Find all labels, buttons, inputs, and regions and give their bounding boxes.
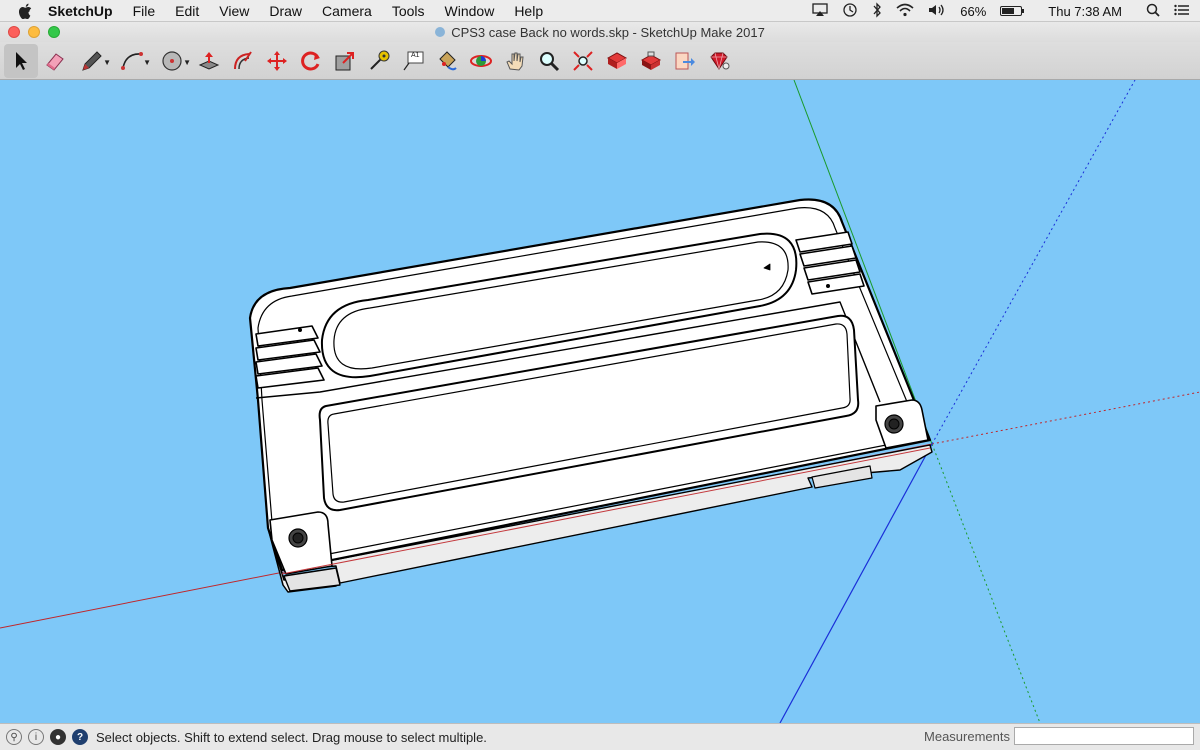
instructor-help-icon[interactable]: ? bbox=[72, 729, 88, 745]
menu-view[interactable]: View bbox=[219, 3, 249, 19]
tape-measure-icon bbox=[370, 50, 390, 70]
drawing-viewport[interactable] bbox=[0, 80, 1200, 723]
paint-bucket-icon bbox=[439, 50, 457, 70]
move-arrows-icon bbox=[267, 50, 287, 71]
window-title: CPS3 case Back no words.skp - SketchUp M… bbox=[451, 24, 765, 40]
chevron-down-icon[interactable]: ▼ bbox=[103, 58, 111, 67]
push-pull-tool-button[interactable] bbox=[192, 44, 226, 78]
menu-file[interactable]: File bbox=[133, 3, 156, 19]
menu-draw[interactable]: Draw bbox=[269, 3, 302, 19]
text-tool-label: A1 bbox=[411, 51, 420, 59]
window-controls bbox=[8, 26, 60, 38]
arc-tool-button[interactable]: ▼ bbox=[112, 44, 152, 78]
spotlight-search-icon[interactable] bbox=[1146, 3, 1160, 20]
orbit-tool-button[interactable] bbox=[464, 44, 498, 78]
menu-help[interactable]: Help bbox=[514, 3, 543, 19]
status-message: Select objects. Shift to extend select. … bbox=[96, 729, 487, 745]
zoom-extents-icon bbox=[573, 50, 593, 71]
bluetooth-icon[interactable] bbox=[872, 1, 882, 21]
apple-menu-icon[interactable] bbox=[18, 3, 34, 19]
chevron-down-icon[interactable]: ▼ bbox=[143, 58, 151, 67]
chevron-down-icon[interactable]: ▼ bbox=[183, 58, 191, 67]
user-account-icon[interactable]: ● bbox=[50, 729, 66, 745]
left-vent-ridges bbox=[255, 325, 325, 389]
minimize-window-button[interactable] bbox=[28, 26, 40, 38]
airplay-icon[interactable] bbox=[812, 2, 828, 20]
menu-tools[interactable]: Tools bbox=[392, 3, 425, 19]
status-bar: ⚲ i ● ? Select objects. Shift to extend … bbox=[0, 723, 1200, 750]
line-tool-button[interactable]: ▼ bbox=[72, 44, 112, 78]
battery-percent: 66% bbox=[960, 3, 987, 19]
menu-camera[interactable]: Camera bbox=[322, 3, 372, 19]
menubar-clock[interactable]: Thu 7:38 AM bbox=[1048, 4, 1122, 19]
zoom-tool-button[interactable] bbox=[532, 44, 566, 78]
time-machine-icon[interactable] bbox=[842, 2, 858, 21]
push-pull-icon bbox=[198, 51, 220, 70]
rotate-icon bbox=[301, 51, 320, 70]
arrow-cursor-icon bbox=[16, 51, 27, 70]
tape-measure-tool-button[interactable] bbox=[362, 44, 396, 78]
orbit-icon bbox=[470, 54, 492, 67]
move-tool-button[interactable] bbox=[260, 44, 294, 78]
menu-window[interactable]: Window bbox=[445, 3, 495, 19]
measurements-input[interactable] bbox=[1014, 727, 1194, 745]
circle-shape-icon bbox=[162, 50, 182, 71]
main-toolbar: ▼ ▼ ▼ A1 bbox=[0, 42, 1200, 80]
notification-center-icon[interactable] bbox=[1174, 4, 1190, 19]
credits-info-icon[interactable]: i bbox=[28, 729, 44, 745]
eraser-tool-button[interactable] bbox=[38, 44, 72, 78]
share-model-icon bbox=[675, 52, 695, 69]
select-tool-button[interactable] bbox=[4, 43, 38, 78]
paint-bucket-tool-button[interactable] bbox=[430, 44, 464, 78]
scale-icon bbox=[335, 51, 354, 70]
volume-icon[interactable] bbox=[928, 3, 946, 20]
menu-app-sketchup[interactable]: SketchUp bbox=[48, 3, 113, 19]
eraser-icon bbox=[46, 52, 64, 71]
battery-icon[interactable] bbox=[1000, 6, 1025, 16]
pencil-icon bbox=[82, 50, 102, 71]
green-axis-dotted bbox=[931, 443, 1041, 723]
window-titlebar: CPS3 case Back no words.skp - SketchUp M… bbox=[0, 22, 1200, 42]
close-window-button[interactable] bbox=[8, 26, 20, 38]
offset-tool-button[interactable] bbox=[226, 44, 260, 78]
shapes-tool-button[interactable]: ▼ bbox=[152, 44, 192, 78]
geo-location-icon[interactable]: ⚲ bbox=[6, 729, 22, 745]
menu-edit[interactable]: Edit bbox=[175, 3, 199, 19]
measurements-label: Measurements bbox=[924, 729, 1010, 744]
pan-tool-button[interactable] bbox=[498, 44, 532, 78]
extension-warehouse-tool-button[interactable] bbox=[634, 44, 668, 78]
wifi-icon[interactable] bbox=[896, 3, 914, 20]
macos-menubar: SketchUp File Edit View Draw Camera Tool… bbox=[0, 0, 1200, 22]
magnifier-icon bbox=[540, 51, 560, 71]
extension-manager-tool-button[interactable] bbox=[702, 44, 736, 78]
menubar-status-area: 66% Thu 7:38 AM bbox=[812, 0, 1190, 22]
arc-icon bbox=[121, 51, 143, 70]
3d-warehouse-icon bbox=[606, 51, 628, 69]
zoom-extents-tool-button[interactable] bbox=[566, 44, 600, 78]
hand-icon bbox=[506, 52, 524, 71]
share-model-tool-button[interactable] bbox=[668, 44, 702, 78]
document-icon bbox=[435, 27, 446, 37]
rotate-tool-button[interactable] bbox=[294, 44, 328, 78]
offset-icon bbox=[234, 50, 252, 69]
text-tool-button[interactable]: A1 bbox=[396, 44, 430, 78]
cps3-case-model[interactable] bbox=[248, 198, 933, 593]
extension-warehouse-icon bbox=[640, 51, 662, 70]
zoom-window-button[interactable] bbox=[48, 26, 60, 38]
screw-boss-right bbox=[875, 399, 929, 449]
ruby-gem-icon bbox=[710, 52, 730, 70]
warehouse-tool-button[interactable] bbox=[600, 44, 634, 78]
red-axis-dotted bbox=[931, 391, 1200, 445]
scene-svg bbox=[0, 80, 1200, 723]
scale-tool-button[interactable] bbox=[328, 44, 362, 78]
blue-axis-dotted bbox=[931, 80, 1136, 445]
